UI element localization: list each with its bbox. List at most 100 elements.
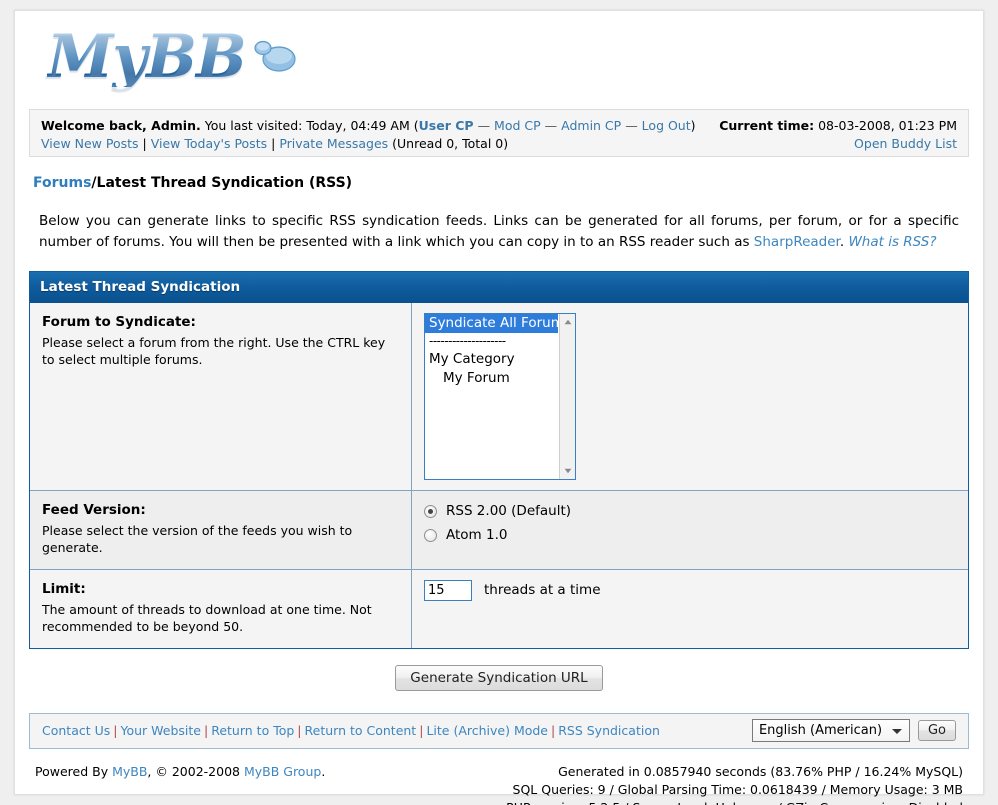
welcome-last-visited: You last visited: Today, 04:49 AM [204, 118, 410, 133]
header-logo-area: MyBB [15, 11, 983, 109]
link-user-cp[interactable]: User CP [419, 118, 474, 133]
welcome-right: Current time: 08-03-2008, 01:23 PM Open … [719, 117, 957, 153]
forum-option-divider: -------------------- [429, 333, 506, 348]
limit-row-field: threads at a time [412, 570, 968, 648]
scroll-up-arrow-icon[interactable] [560, 314, 575, 330]
chevron-down-icon [891, 728, 902, 734]
stats-line-3: PHP version: 5.2.5 / Server Load: Unknow… [506, 799, 963, 805]
forum-select-options: Syndicate All Forums -------------------… [425, 313, 575, 388]
footer-link-contact-us[interactable]: Contact Us [42, 723, 110, 738]
radio-atom1-indicator[interactable] [424, 528, 437, 542]
pm-counts: (Unread 0, Total 0) [392, 136, 509, 152]
welcome-line-2: View New Posts | View Today's Posts | Pr… [41, 135, 696, 153]
dash-2: — [544, 118, 558, 133]
limit-line: threads at a time [424, 579, 601, 601]
footer-link-return-to-content[interactable]: Return to Content [305, 723, 417, 738]
generate-syndication-url-button[interactable]: Generate Syndication URL [395, 664, 603, 691]
language-selector-area: English (American) Go [751, 719, 956, 743]
feed-row-desc: Please select the version of the feeds y… [42, 522, 353, 556]
link-view-todays-posts[interactable]: View Today's Posts [151, 136, 267, 151]
current-time-row: Current time: 08-03-2008, 01:23 PM [719, 117, 957, 135]
language-go-button[interactable]: Go [917, 720, 956, 742]
powered-prefix: Powered By [35, 763, 113, 779]
forum-row-field: Syndicate All Forums -------------------… [412, 303, 968, 490]
footer-note: Powered By MyBB, © 2002-2008 MyBB Group.… [29, 763, 969, 805]
page-root: MyBB Search [0, 0, 998, 805]
table-header: Latest Thread Syndication [30, 271, 968, 303]
breadcrumb: Forums/Latest Thread Syndication (RSS) [29, 175, 969, 191]
footer-link-your-website[interactable]: Your Website [121, 723, 202, 738]
forum-row-title: Forum to Syndicate: [42, 313, 196, 330]
forum-option-forum[interactable]: My Forum [425, 369, 575, 388]
feed-version-radio-group: RSS 2.00 (Default) Atom 1.0 [424, 501, 571, 549]
welcome-line-1: Welcome back, Admin. You last visited: T… [41, 117, 696, 135]
link-mybb-group[interactable]: MyBB Group [244, 764, 321, 779]
language-select-value: English (American) [758, 723, 883, 739]
current-time-label: Current time: [719, 118, 815, 133]
link-mod-cp[interactable]: Mod CP [494, 118, 541, 133]
forum-option-all[interactable]: Syndicate All Forums [425, 313, 571, 333]
limit-input[interactable] [424, 579, 472, 601]
paren-close: ) [690, 118, 696, 133]
row-forum-to-syndicate: Forum to Syndicate: Please select a foru… [30, 302, 968, 490]
powered-mid: , © 2002-2008 [147, 763, 244, 779]
link-open-buddy-list[interactable]: Open Buddy List [854, 136, 957, 151]
footer-link-rss-syndication[interactable]: RSS Syndication [558, 723, 660, 738]
feed-row-field: RSS 2.00 (Default) Atom 1.0 [412, 491, 968, 569]
scroll-down-arrow-icon[interactable] [560, 463, 575, 479]
radio-atom1[interactable]: Atom 1.0 [424, 525, 571, 546]
radio-rss2-label: RSS 2.00 (Default) [446, 502, 572, 519]
radio-rss2-indicator[interactable] [424, 504, 437, 518]
footer-sep-4: | [419, 723, 424, 739]
speech-bubble-icon [254, 40, 296, 72]
pipe-2: | [271, 136, 276, 152]
footer-sep-2: | [204, 723, 209, 739]
link-sharpreader[interactable]: SharpReader [754, 234, 840, 250]
link-view-new-posts[interactable]: View New Posts [41, 136, 139, 151]
dash-3: — [625, 118, 638, 133]
link-admin-cp[interactable]: Admin CP [561, 118, 621, 133]
welcome-bar: Welcome back, Admin. You last visited: T… [29, 109, 969, 157]
limit-suffix: threads at a time [484, 582, 601, 599]
radio-atom1-label: Atom 1.0 [446, 526, 508, 543]
forum-select[interactable]: Syndicate All Forums -------------------… [424, 312, 576, 480]
row-limit: Limit: The amount of threads to download… [30, 568, 968, 648]
link-log-out[interactable]: Log Out [642, 118, 691, 133]
forum-select-scrollbar[interactable] [559, 313, 575, 479]
stats-line-2: SQL Queries: 9 / Global Parsing Time: 0.… [512, 781, 963, 797]
welcome-left: Welcome back, Admin. You last visited: T… [41, 117, 696, 153]
powered-by: Powered By MyBB, © 2002-2008 MyBB Group. [35, 763, 325, 781]
powered-suffix: . [321, 763, 326, 779]
intro-text: Below you can generate links to specific… [29, 211, 969, 253]
breadcrumb-current: Latest Thread Syndication (RSS) [96, 175, 353, 191]
language-select[interactable]: English (American) [751, 719, 910, 743]
limit-row-label: Limit: The amount of threads to download… [30, 569, 412, 648]
pipe-1: | [142, 136, 147, 152]
footer-link-return-to-top[interactable]: Return to Top [211, 723, 294, 738]
buddy-list-row: Open Buddy List [719, 135, 957, 153]
link-mybb[interactable]: MyBB [112, 764, 147, 779]
radio-rss2[interactable]: RSS 2.00 (Default) [424, 501, 571, 522]
footer-sep-1: | [113, 723, 118, 739]
forum-row-desc: Please select a forum from the right. Us… [42, 334, 386, 368]
submit-area: Generate Syndication URL [15, 664, 983, 691]
welcome-greeting: Welcome back, Admin. [41, 118, 201, 133]
feed-row-label: Feed Version: Please select the version … [30, 490, 412, 569]
limit-row-desc: The amount of threads to download at one… [42, 601, 372, 635]
forum-option-category[interactable]: My Category [425, 350, 575, 369]
link-private-messages[interactable]: Private Messages [279, 136, 388, 151]
feed-row-title: Feed Version: [42, 501, 146, 518]
footer-bar: Contact Us | Your Website | Return to Top | Re… [29, 712, 969, 749]
footer-links: Contact Us | Your Website | Return to Top | Re… [42, 723, 660, 738]
breadcrumb-forums[interactable]: Forums [33, 175, 91, 191]
dash-1: — [477, 118, 491, 133]
server-stats: Generated in 0.0857940 seconds (83.76% P… [506, 763, 963, 805]
footer-link-lite-mode[interactable]: Lite (Archive) Mode [426, 723, 548, 738]
stats-line-1: Generated in 0.0857940 seconds (83.76% P… [558, 763, 963, 779]
limit-row-title: Limit: [42, 580, 86, 597]
forum-container: MyBB Search [14, 10, 984, 805]
row-feed-version: Feed Version: Please select the version … [30, 489, 968, 569]
footer-sep-3: | [297, 723, 302, 739]
mybb-logo[interactable]: MyBB [47, 27, 247, 87]
link-what-is-rss[interactable]: What is RSS? [848, 234, 936, 250]
